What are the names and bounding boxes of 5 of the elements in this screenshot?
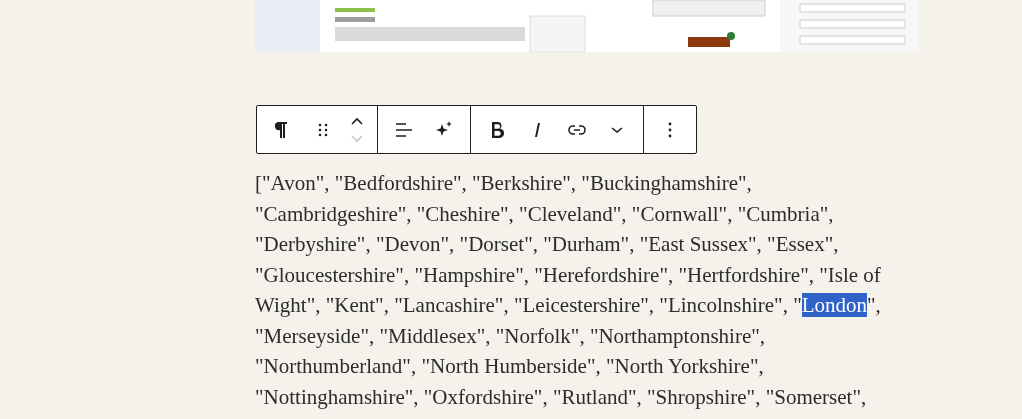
- italic-icon: [533, 121, 541, 138]
- more-options-icon: [668, 121, 672, 138]
- chevron-down-icon: [611, 126, 623, 133]
- chevron-down-icon: [348, 133, 366, 144]
- paragraph-text: ["Avon", "Bedfordshire", "Berkshire", "Buckinghamshire", "Cambridgeshire", "Cheshire", "Cleveland", "Cornwall", "Cumbria", "Derbyshire", "Devon", "Dorset", "Durham", "East Sussex", "Essex", "Gloucestershire", "Hampshire", "Herefordshire", "Hertfordshire", "Isle of Wight", "Kent", "Lancashire", "Leicestershire", "Lincolnshire", "London", "Merseyside", "Middlesex", "Norfolk", "Northamptonshire", "Northumberland", "North Humberside", "North Yorkshire", "Nottinghamshire", "Oxfordshire", "Rutland", "Shropshire", "Somerset",: [255, 170, 881, 411]
